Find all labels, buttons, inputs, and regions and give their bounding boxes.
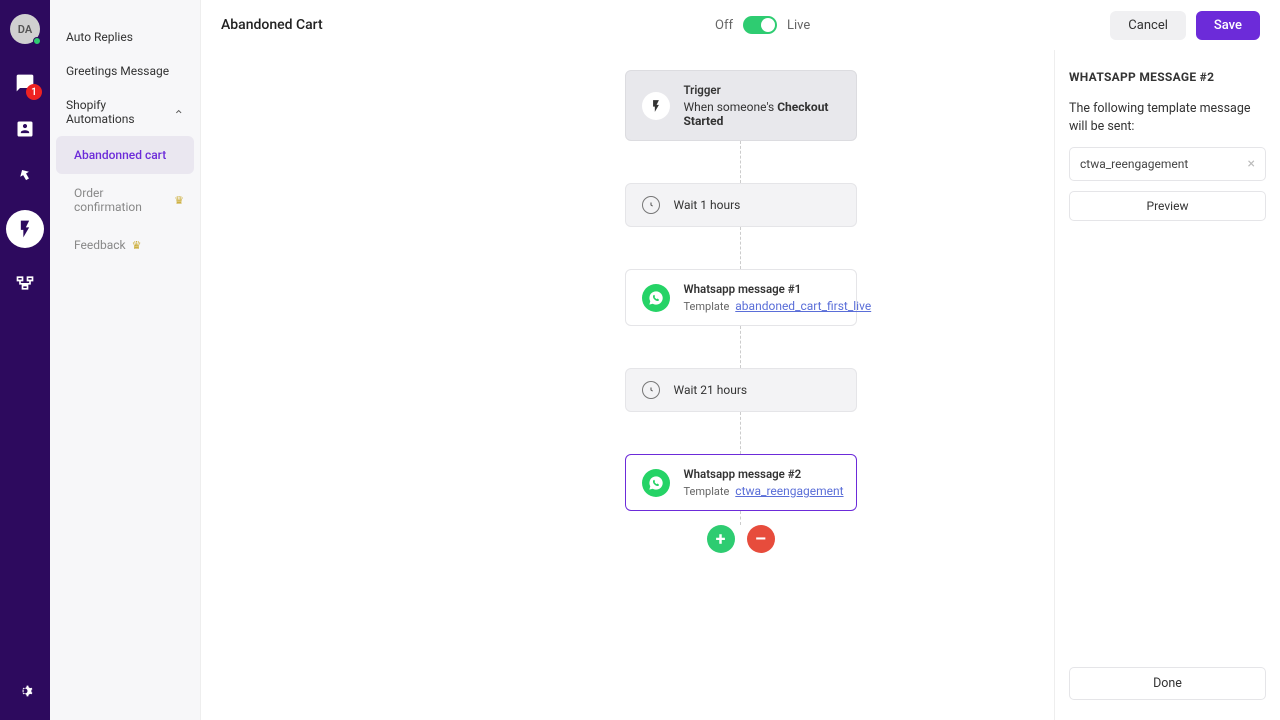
nav-messages-icon[interactable]: 1 (14, 72, 36, 94)
whatsapp-icon (642, 469, 670, 497)
panel-description: The following template message will be s… (1069, 100, 1266, 135)
nav-rail: DA 1 (0, 0, 50, 720)
nav-campaigns-icon[interactable] (14, 164, 36, 186)
remove-step-button[interactable]: – (747, 525, 775, 553)
nav-badge: 1 (26, 84, 42, 100)
status-toggle[interactable] (743, 16, 777, 34)
template-label: Template (684, 485, 730, 498)
clock-icon (642, 196, 660, 214)
clear-template-icon[interactable]: × (1248, 156, 1255, 172)
sidebar-item-auto-replies[interactable]: Auto Replies (56, 20, 194, 54)
nav-settings-icon[interactable] (14, 680, 36, 702)
sidebar-item-greetings[interactable]: Greetings Message (56, 54, 194, 88)
connector (740, 511, 741, 525)
connector (740, 326, 741, 368)
nav-contacts-icon[interactable] (14, 118, 36, 140)
panel-title: WHATSAPP MESSAGE #2 (1069, 70, 1266, 84)
template-selector[interactable]: ctwa_reengagement × (1069, 147, 1266, 181)
premium-icon: ♛ (174, 194, 184, 207)
template-label: Template (684, 300, 730, 313)
toggle-off-label: Off (715, 18, 733, 33)
toggle-live-label: Live (787, 18, 810, 33)
cancel-button[interactable]: Cancel (1110, 11, 1186, 40)
sidebar: Auto Replies Greetings Message Shopify A… (50, 0, 200, 720)
msg1-template-link[interactable]: abandoned_cart_first_live (735, 299, 871, 313)
connector (740, 141, 741, 183)
presence-dot (33, 37, 41, 45)
sidebar-item-abandoned-cart[interactable]: Abandonned cart (56, 136, 194, 174)
avatar[interactable]: DA (10, 14, 40, 44)
node-wait-2[interactable]: Wait 21 hours (625, 368, 857, 412)
flow: Trigger When someone's Checkout Started … (625, 70, 857, 720)
save-button[interactable]: Save (1196, 11, 1260, 40)
add-remove-row: + – (707, 525, 775, 553)
sidebar-item-shopify[interactable]: Shopify Automations (56, 88, 194, 136)
nav-flows-icon[interactable] (14, 272, 36, 294)
status-toggle-wrap: Off Live (715, 16, 810, 34)
connector (740, 227, 741, 269)
add-step-button[interactable]: + (707, 525, 735, 553)
page-title: Abandoned Cart (221, 17, 323, 33)
node-message-1[interactable]: Whatsapp message #1 Templateabandoned_ca… (625, 269, 857, 326)
lightning-icon (642, 92, 670, 120)
chevron-up-icon (173, 106, 184, 118)
wait-2-text: Wait 21 hours (674, 383, 748, 397)
avatar-initials: DA (18, 23, 32, 36)
trigger-text: When someone's Checkout Started (684, 100, 840, 128)
toggle-knob (761, 18, 775, 32)
topbar: Abandoned Cart Off Live Cancel Save (201, 0, 1280, 50)
wait-1-text: Wait 1 hours (674, 198, 741, 212)
node-trigger[interactable]: Trigger When someone's Checkout Started (625, 70, 857, 141)
done-button[interactable]: Done (1069, 667, 1266, 700)
template-name: ctwa_reengagement (1080, 157, 1188, 171)
trigger-label: Trigger (684, 83, 840, 97)
nav-automations-icon[interactable] (6, 210, 44, 248)
node-message-2[interactable]: Whatsapp message #2 Template ctwa_reengag… (625, 454, 857, 511)
premium-icon: ♛ (132, 239, 142, 252)
sidebar-item-order-confirmation[interactable]: Order confirmation♛ (56, 174, 194, 226)
node-wait-1[interactable]: Wait 1 hours (625, 183, 857, 227)
msg2-label: Whatsapp message #2 (684, 467, 844, 481)
right-panel: WHATSAPP MESSAGE #2 The following templa… (1054, 50, 1280, 720)
preview-button[interactable]: Preview (1069, 191, 1266, 221)
clock-icon (642, 381, 660, 399)
msg2-template-link[interactable]: ctwa_reengagement (735, 484, 843, 498)
msg1-label: Whatsapp message #1 (684, 282, 872, 296)
connector (740, 412, 741, 454)
whatsapp-icon (642, 284, 670, 312)
sidebar-item-feedback[interactable]: Feedback♛ (56, 226, 194, 264)
